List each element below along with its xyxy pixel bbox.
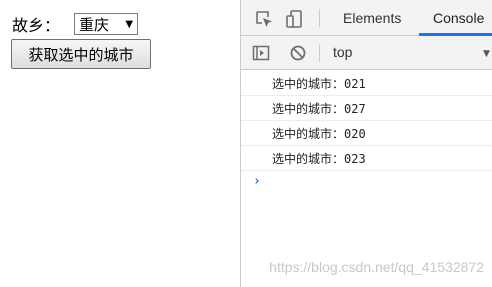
context-dropdown-icon[interactable]: ▼ — [483, 49, 490, 59]
sidebar-toggle-icon[interactable] — [252, 44, 270, 62]
device-toggle-icon[interactable] — [284, 9, 304, 29]
city-select-value: 重庆 — [79, 15, 110, 34]
console-prompt[interactable]: › — [253, 174, 261, 189]
hometown-row: 故乡： 重庆 ▼ — [12, 13, 139, 35]
context-selector[interactable]: top — [333, 44, 352, 60]
console-log-line: 选中的城市：023 — [241, 146, 492, 171]
web-page: 故乡： 重庆 ▼ 获取选中的城市 — [0, 0, 240, 287]
select-arrow-icon: ▼ — [125, 18, 134, 30]
toolbar-separator — [319, 44, 320, 62]
devtools-tabbar: Elements Console — [241, 0, 492, 36]
console-toolbar: top ▼ — [241, 36, 492, 70]
city-select[interactable]: 重庆 ▼ — [74, 13, 139, 35]
console-log-line: 选中的城市：021 — [241, 71, 492, 96]
tab-elements[interactable]: Elements — [343, 0, 401, 36]
tab-console[interactable]: Console — [433, 0, 484, 36]
inspect-icon[interactable] — [254, 9, 274, 29]
toolbar-separator — [319, 9, 320, 27]
get-selected-city-button[interactable]: 获取选中的城市 — [11, 39, 151, 69]
console-log-line: 选中的城市：027 — [241, 96, 492, 121]
console-log-line: 选中的城市：020 — [241, 121, 492, 146]
clear-console-icon[interactable] — [289, 44, 307, 62]
console-output: 选中的城市：021 选中的城市：027 选中的城市：020 选中的城市：023 … — [241, 71, 492, 287]
watermark: https://blog.csdn.net/qq_41532872 — [269, 259, 484, 275]
hometown-label: 故乡： — [12, 16, 61, 35]
devtools-panel: Elements Console top ▼ 选中的城市：021 选中的城市：0… — [240, 0, 492, 287]
